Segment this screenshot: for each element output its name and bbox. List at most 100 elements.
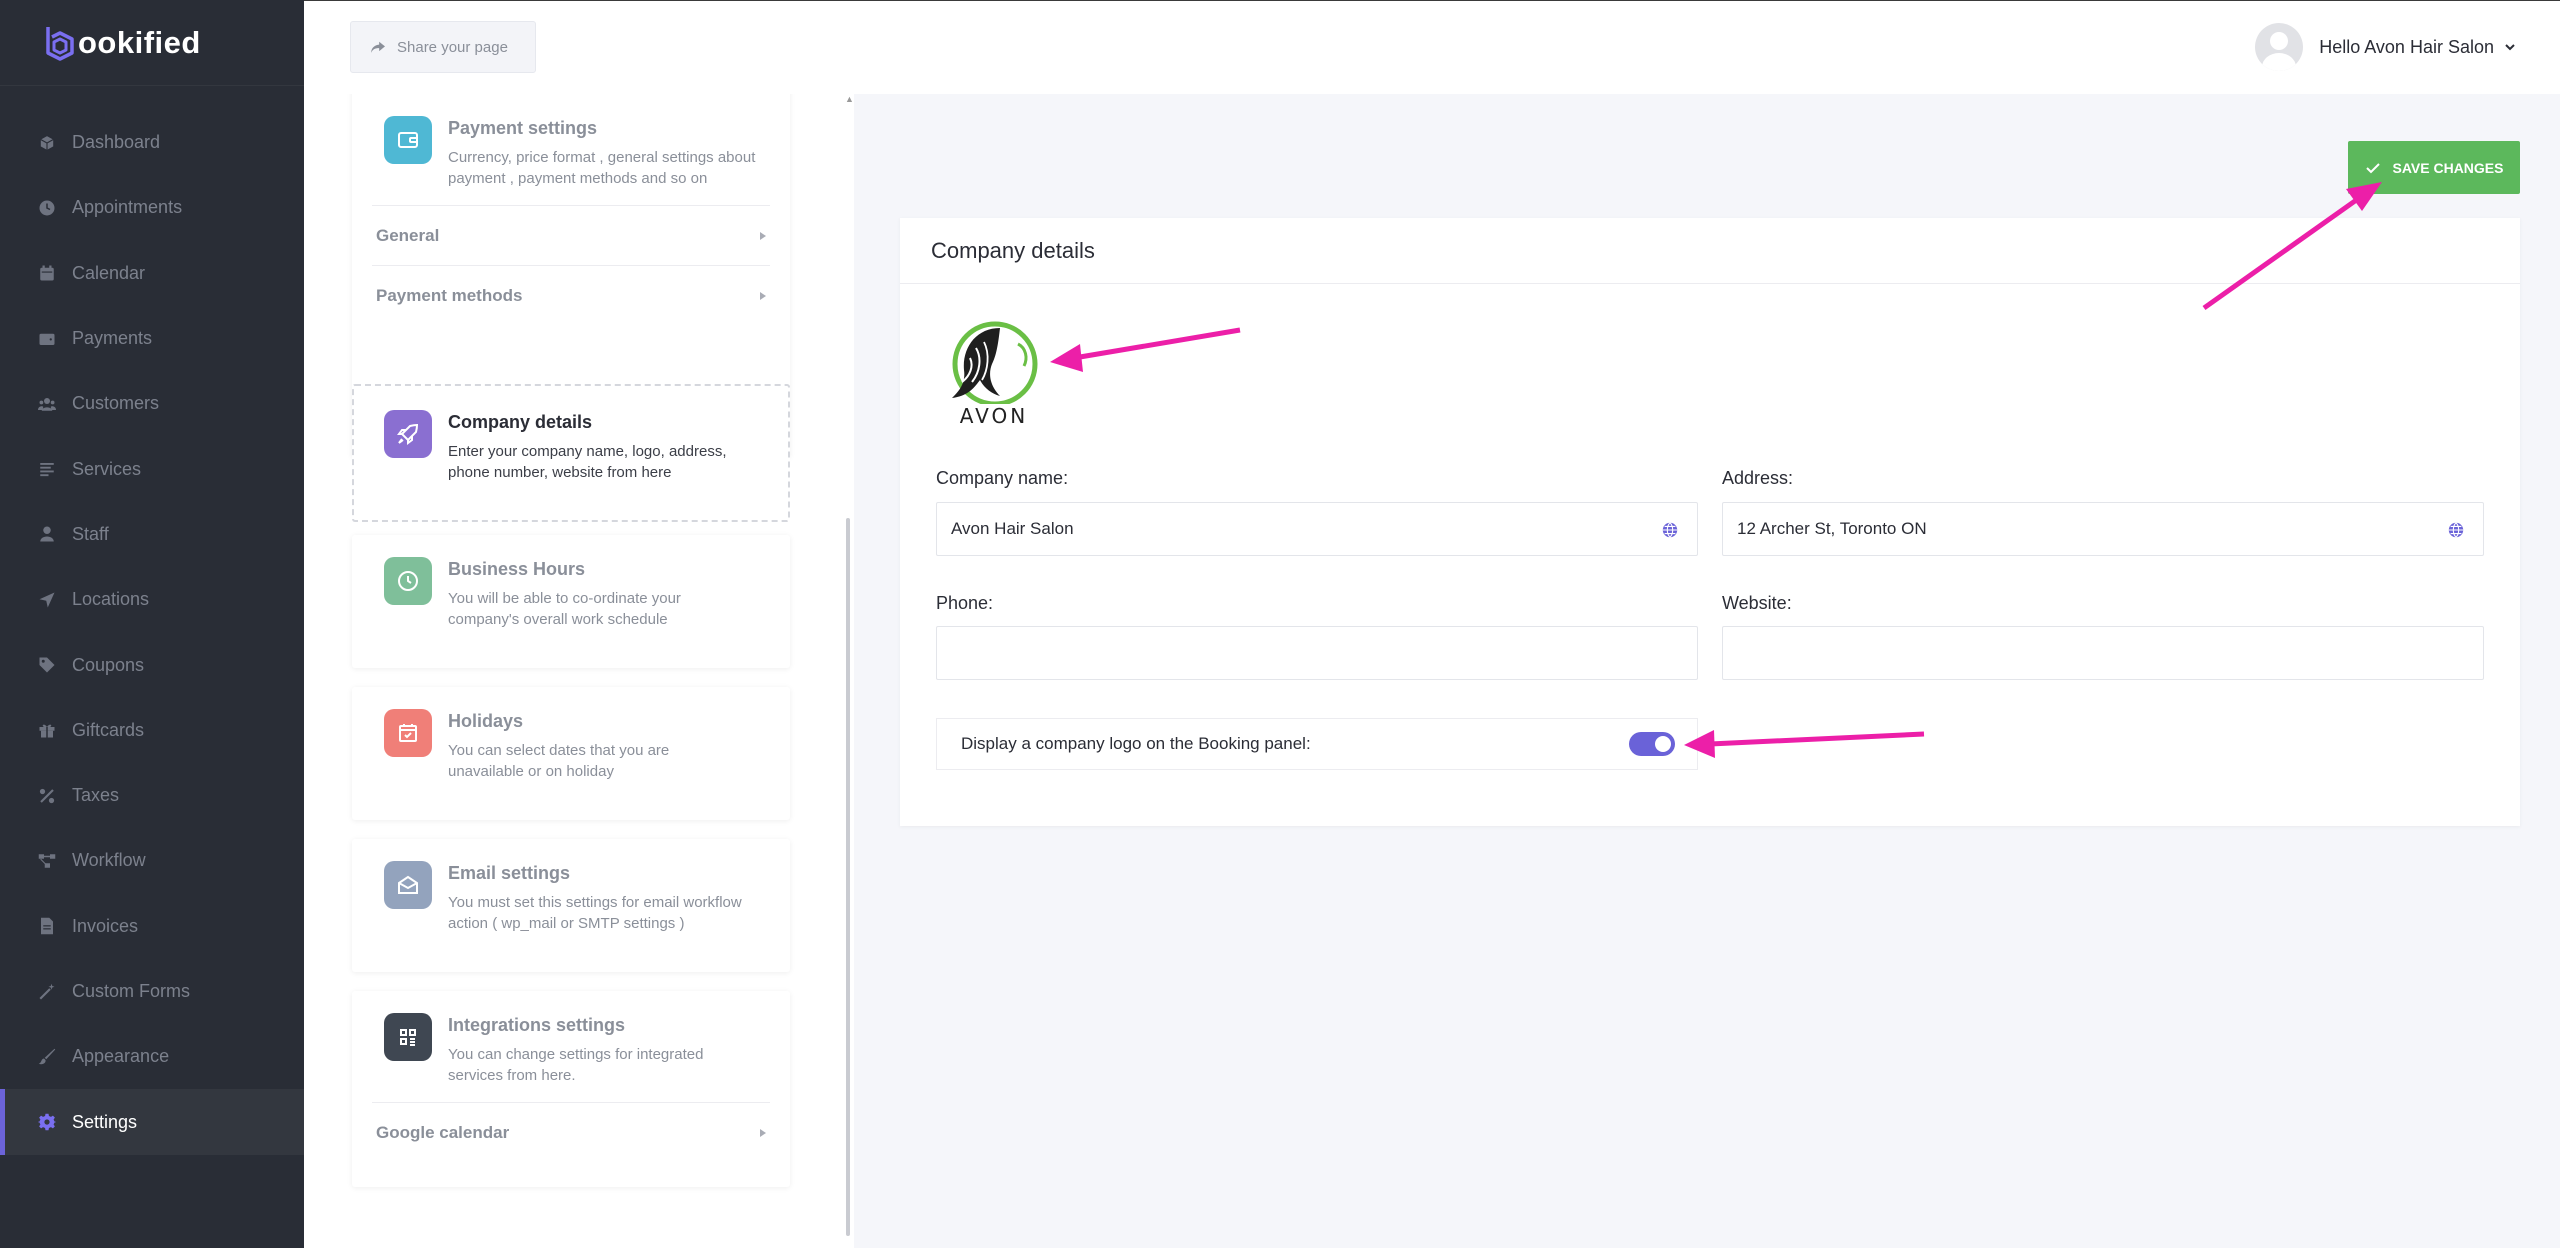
sidebar-item-settings[interactable]: Settings	[0, 1089, 304, 1156]
sidebar-item-coupons[interactable]: Coupons	[0, 632, 304, 697]
wallet-icon	[384, 116, 432, 164]
sub-item-general[interactable]: General	[372, 205, 770, 265]
phone-label: Phone:	[936, 593, 994, 613]
sidebar-item-appointments[interactable]: Appointments	[0, 175, 304, 240]
sidebar-item-taxes[interactable]: Taxes	[0, 763, 304, 828]
sidebar-item-custom-forms[interactable]: Custom Forms	[0, 959, 304, 1024]
globe-icon[interactable]	[2447, 521, 2465, 539]
address-label: Address:	[1722, 468, 1794, 488]
sidebar-item-services[interactable]: Services	[0, 436, 304, 501]
card-title: Business Hours	[448, 559, 586, 579]
user-icon	[38, 525, 56, 543]
sidebar-item-locations[interactable]: Locations	[0, 567, 304, 632]
sidebar-item-label: Coupons	[72, 654, 145, 675]
brand-logo[interactable]: ookified	[0, 0, 304, 86]
scroll-thumb[interactable]	[846, 518, 850, 1236]
card-description: You can select dates that you are unavai…	[448, 742, 670, 780]
workflow-icon	[38, 852, 56, 870]
rocket-icon	[384, 410, 432, 458]
scroll-up-arrow-icon[interactable]: ▲	[845, 94, 854, 104]
card-title: Integrations settings	[448, 1015, 626, 1035]
phone-input[interactable]	[936, 626, 1698, 680]
company-name-value: Avon Hair Salon	[951, 519, 1074, 538]
sidebar-nav: Dashboard Appointments Calendar Payments…	[0, 110, 304, 1156]
brand-hex-icon	[46, 26, 74, 61]
brand-name: ookified	[78, 24, 201, 60]
sidebar-item-appearance[interactable]: Appearance	[0, 1024, 304, 1089]
cube-icon	[38, 134, 56, 152]
settings-list-panel: Payment settings Currency, price format …	[304, 94, 854, 1248]
brush-icon	[38, 1048, 56, 1066]
card-title: Email settings	[448, 863, 571, 883]
file-icon	[38, 917, 56, 935]
sidebar: ookified Dashboard Appointments Calendar…	[0, 0, 304, 1248]
company-name-label: Company name:	[936, 468, 1069, 488]
sidebar-item-giftcards[interactable]: Giftcards	[0, 698, 304, 763]
chevron-down-icon	[2505, 44, 2515, 51]
caret-right-icon	[760, 231, 766, 240]
sidebar-item-label: Locations	[72, 589, 150, 610]
company-details-form: Company details AVON Company name: Avon …	[900, 218, 2520, 826]
display-logo-toggle[interactable]	[1629, 732, 1675, 756]
card-title: Holidays	[448, 711, 524, 731]
address-input[interactable]: 12 Archer St, Toronto ON	[1722, 502, 2484, 556]
save-changes-button[interactable]: SAVE CHANGES	[2348, 141, 2520, 194]
caret-right-icon	[760, 1128, 766, 1137]
sidebar-item-staff[interactable]: Staff	[0, 502, 304, 567]
company-name-input[interactable]: Avon Hair Salon	[936, 502, 1698, 556]
top-bar: Share your page Hello Avon Hair Salon	[304, 0, 2560, 94]
share-icon	[371, 41, 385, 53]
avatar	[2255, 23, 2304, 71]
percent-icon	[38, 787, 56, 805]
sidebar-item-label: Staff	[72, 523, 109, 544]
integrations-settings-card[interactable]: Integrations settings You can change set…	[352, 991, 790, 1187]
sidebar-item-invoices[interactable]: Invoices	[0, 894, 304, 959]
user-menu[interactable]: Hello Avon Hair Salon	[2255, 23, 2516, 71]
holidays-card[interactable]: Holidays You can select dates that you a…	[352, 687, 790, 820]
sub-item-label: Google calendar	[376, 1122, 510, 1142]
sidebar-item-label: Payments	[72, 328, 153, 349]
sub-item-google-calendar[interactable]: Google calendar	[372, 1102, 770, 1162]
sidebar-item-label: Settings	[72, 1111, 138, 1132]
card-title: Payment settings	[448, 118, 598, 138]
sidebar-item-label: Invoices	[72, 915, 139, 936]
business-hours-card[interactable]: Business Hours You will be able to co-or…	[352, 535, 790, 668]
sub-item-payment-methods[interactable]: Payment methods	[372, 265, 770, 325]
share-page-label: Share your page	[397, 38, 508, 56]
list-icon	[38, 460, 56, 478]
sidebar-item-label: Taxes	[72, 785, 120, 806]
calendar-icon	[38, 264, 56, 282]
email-settings-card[interactable]: Email settings You must set this setting…	[352, 839, 790, 972]
sidebar-item-label: Dashboard	[72, 132, 161, 153]
card-description: You will be able to co-ordinate your com…	[448, 590, 681, 628]
sidebar-item-calendar[interactable]: Calendar	[0, 241, 304, 306]
sidebar-item-label: Services	[72, 458, 142, 479]
sidebar-item-label: Calendar	[72, 262, 146, 283]
location-arrow-icon	[38, 591, 56, 609]
sidebar-item-workflow[interactable]: Workflow	[0, 828, 304, 893]
company-details-card[interactable]: Company details Enter your company name,…	[352, 384, 790, 522]
website-input[interactable]	[1722, 626, 2484, 680]
card-description: Enter your company name, logo, address, …	[448, 443, 727, 481]
gear-icon	[38, 1113, 56, 1131]
section-title: Company details	[900, 218, 2520, 284]
sidebar-item-label: Workflow	[72, 850, 146, 871]
globe-icon[interactable]	[1661, 521, 1679, 539]
address-value: 12 Archer St, Toronto ON	[1737, 519, 1927, 538]
sidebar-item-dashboard[interactable]: Dashboard	[0, 110, 304, 175]
puzzle-icon	[384, 1013, 432, 1061]
sidebar-item-label: Customers	[72, 393, 160, 414]
check-icon	[2365, 162, 2380, 173]
sidebar-item-payments[interactable]: Payments	[0, 306, 304, 371]
logo-wordmark: AVON	[959, 404, 1029, 428]
company-logo[interactable]: AVON	[940, 318, 1052, 434]
tag-icon	[38, 656, 56, 674]
sidebar-item-customers[interactable]: Customers	[0, 371, 304, 436]
card-description: Currency, price format , general setting…	[448, 149, 756, 187]
save-changes-label: SAVE CHANGES	[2392, 159, 2504, 176]
envelope-open-icon	[384, 861, 432, 909]
share-page-button[interactable]: Share your page	[350, 21, 536, 73]
sidebar-item-label: Giftcards	[72, 719, 145, 740]
sidebar-item-label: Appointments	[72, 197, 183, 218]
list-scrollbar[interactable]: ▲	[844, 94, 854, 1248]
